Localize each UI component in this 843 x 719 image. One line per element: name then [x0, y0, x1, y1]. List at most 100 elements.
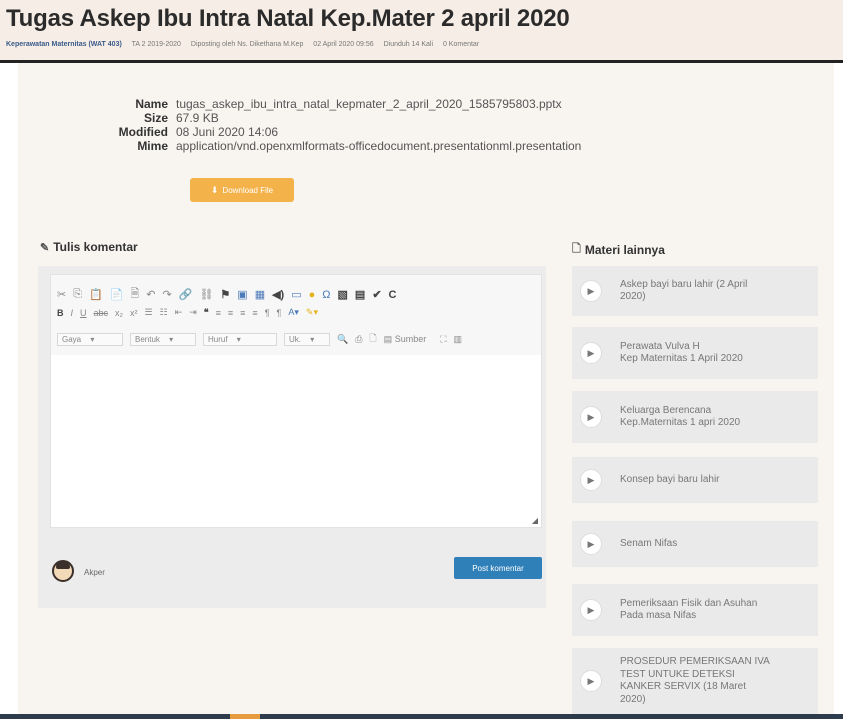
- iframe-icon[interactable]: ▧: [338, 288, 348, 301]
- download-label: Download File: [222, 185, 274, 195]
- font-select[interactable]: Huruf ▾: [203, 332, 277, 346]
- bullet-list-icon[interactable]: ☷: [160, 307, 168, 318]
- show-blocks-icon[interactable]: ▥: [454, 334, 463, 345]
- materi-item-label: Senam Nifas: [620, 537, 678, 549]
- bottom-bar-accent: [230, 714, 260, 719]
- video-icon[interactable]: ▭: [291, 288, 301, 301]
- superscript-icon[interactable]: x²: [130, 308, 138, 318]
- image-icon[interactable]: ▣: [237, 288, 247, 301]
- blockquote-icon[interactable]: ❝: [204, 307, 209, 318]
- materi-item-label: Askep bayi baru lahir (2 April 2020): [620, 278, 748, 303]
- subscript-icon[interactable]: x₂: [115, 308, 123, 318]
- toolbar-row-3: Gaya ▾ Bentuk ▾ Huruf ▾ Uk. ▾ 🔍 ⎙ 🗋 ▤ Su…: [57, 331, 469, 347]
- pencil-icon: ✎: [40, 241, 50, 254]
- materi-item-label: Konsep bayi baru lahir: [620, 473, 720, 485]
- paste-word-icon[interactable]: 🗎: [130, 285, 139, 304]
- spellcheck-icon[interactable]: ✔: [372, 288, 381, 301]
- file-size-row: Size 67.9 KB: [143, 111, 219, 125]
- redo-icon[interactable]: ↷: [163, 288, 172, 301]
- materi-item-label: Pemeriksaan Fisik dan Asuhan Pada masa N…: [620, 597, 758, 622]
- paste-text-icon[interactable]: 📄: [110, 288, 124, 301]
- file-name-row: Name tugas_askep_ibu_intra_natal_kepmate…: [135, 97, 562, 111]
- play-circle-icon: ▶: [580, 342, 602, 364]
- file-mime-row: Mime application/vnd.openxmlformats-offi…: [137, 139, 582, 153]
- materi-item[interactable]: ▶ Pemeriksaan Fisik dan Asuhan Pada masa …: [572, 584, 818, 636]
- materi-section-title: 🗋 Materi lainnya: [572, 240, 665, 259]
- source-button[interactable]: ▤ Sumber: [384, 334, 434, 345]
- link-icon[interactable]: 🔗: [179, 288, 193, 301]
- format-select[interactable]: Bentuk ▾: [130, 332, 196, 346]
- page-header: Tugas Askep Ibu Intra Natal Kep.Mater 2 …: [0, 0, 843, 63]
- anchor-icon[interactable]: ⚑: [220, 288, 230, 301]
- materi-item[interactable]: ▶ Perawata Vulva H Kep Maternitas 1 April…: [572, 327, 818, 379]
- ordered-list-icon[interactable]: ☰: [145, 307, 153, 318]
- paste-icon[interactable]: 📋: [89, 288, 103, 301]
- download-icon: ⬇: [210, 184, 219, 195]
- copy-icon[interactable]: ⎘: [73, 288, 82, 301]
- materi-item[interactable]: ▶ PROSEDUR PEMERIKSAAN IVA TEST UNTUKE DE…: [572, 648, 818, 714]
- file-size: 67.9 KB: [176, 111, 219, 125]
- file-name: tugas_askep_ibu_intra_natal_kepmater_2_a…: [176, 97, 562, 111]
- unlink-icon[interactable]: ⛓: [199, 288, 213, 301]
- download-button[interactable]: ⬇ Download File: [190, 178, 294, 202]
- cut-icon[interactable]: ✂: [57, 288, 66, 301]
- maximize-icon[interactable]: ⛶: [440, 334, 446, 345]
- templates-icon[interactable]: 🗋: [369, 331, 376, 347]
- materi-item-label: Keluarga Berencana Kep.Maternitas 1 apri…: [620, 404, 741, 429]
- audio-icon[interactable]: ◀): [272, 288, 284, 301]
- bottom-bar: [0, 714, 843, 719]
- username: Akper: [84, 568, 105, 577]
- find-icon[interactable]: 🔍: [337, 334, 348, 345]
- comment-section-title: ✎ Tulis komentar: [40, 240, 138, 254]
- bg-color-icon[interactable]: ✎▾: [306, 307, 318, 318]
- media-icon[interactable]: ▤: [355, 288, 365, 301]
- materi-item[interactable]: ▶ Askep bayi baru lahir (2 April 2020): [572, 266, 818, 316]
- post-comment-button[interactable]: Post komentar: [454, 557, 542, 579]
- special-char-icon[interactable]: Ω: [322, 289, 330, 301]
- play-circle-icon: ▶: [580, 406, 602, 428]
- rich-text-editor[interactable]: ✂ ⎘ 📋 📄 🗎 ↶ ↷ 🔗 ⛓ ⚑ ▣ ▦ ◀) ▭ ● Ω ▧ ▤ ✔ C…: [50, 274, 542, 528]
- materi-item[interactable]: ▶ Konsep bayi baru lahir: [572, 457, 818, 503]
- undo-icon[interactable]: ↶: [146, 288, 155, 301]
- indent-icon[interactable]: ⇥: [189, 307, 197, 318]
- materi-item[interactable]: ▶ Senam Nifas: [572, 521, 818, 567]
- comment-count[interactable]: 0 Komentar: [443, 41, 479, 48]
- resize-handle[interactable]: ◢: [532, 516, 538, 525]
- italic-icon[interactable]: I: [71, 308, 74, 318]
- play-circle-icon: ▶: [580, 599, 602, 621]
- rtl-icon[interactable]: ¶: [277, 308, 282, 318]
- size-select[interactable]: Uk. ▾: [284, 332, 330, 346]
- file-modified-row: Modified 08 Juni 2020 14:06: [118, 125, 279, 139]
- print-icon[interactable]: ⎙: [355, 334, 362, 345]
- justify-icon[interactable]: ≡: [252, 308, 257, 318]
- align-center-icon[interactable]: ≡: [228, 308, 233, 318]
- toolbar-row-2: B I U abc x₂ x² ☰ ☷ ⇤ ⇥ ❝ ≡ ≡ ≡ ≡ ¶ ¶ A▾…: [57, 307, 325, 318]
- avatar: [52, 560, 74, 582]
- smiley-icon[interactable]: ●: [309, 289, 316, 301]
- toolbar-row-1: ✂ ⎘ 📋 📄 🗎 ↶ ↷ 🔗 ⛓ ⚑ ▣ ▦ ◀) ▭ ● Ω ▧ ▤ ✔ C: [57, 285, 404, 304]
- document-icon: 🗋: [572, 243, 581, 255]
- bold-icon[interactable]: B: [57, 308, 64, 318]
- style-select[interactable]: Gaya ▾: [57, 332, 123, 346]
- page-title: Tugas Askep Ibu Intra Natal Kep.Mater 2 …: [6, 5, 570, 32]
- editor-toolbar: ✂ ⎘ 📋 📄 🗎 ↶ ↷ 🔗 ⛓ ⚑ ▣ ▦ ◀) ▭ ● Ω ▧ ▤ ✔ C…: [51, 275, 541, 355]
- text-color-icon[interactable]: A▾: [288, 307, 299, 318]
- play-circle-icon: ▶: [580, 670, 602, 692]
- post-meta: Keperawatan Maternitas (WAT 403) TA 2 20…: [6, 41, 487, 48]
- materi-item-label: Perawata Vulva H Kep Maternitas 1 April …: [620, 340, 743, 365]
- ltr-icon[interactable]: ¶: [265, 308, 270, 318]
- align-left-icon[interactable]: ≡: [216, 308, 221, 318]
- play-circle-icon: ▶: [580, 469, 602, 491]
- align-right-icon[interactable]: ≡: [240, 308, 245, 318]
- table-icon[interactable]: ▦: [255, 288, 265, 301]
- post-date: 02 April 2020 09:56: [313, 41, 374, 48]
- outdent-icon[interactable]: ⇤: [175, 307, 183, 318]
- download-count: Diunduh 14 Kali: [383, 41, 434, 48]
- play-circle-icon: ▶: [580, 533, 602, 555]
- play-circle-icon: ▶: [580, 280, 602, 302]
- code-icon[interactable]: C: [389, 289, 397, 301]
- category-link[interactable]: Keperawatan Maternitas (WAT 403): [6, 41, 122, 48]
- materi-item[interactable]: ▶ Keluarga Berencana Kep.Maternitas 1 apr…: [572, 391, 818, 443]
- underline-icon[interactable]: U: [80, 308, 87, 318]
- strike-icon[interactable]: abc: [94, 308, 109, 318]
